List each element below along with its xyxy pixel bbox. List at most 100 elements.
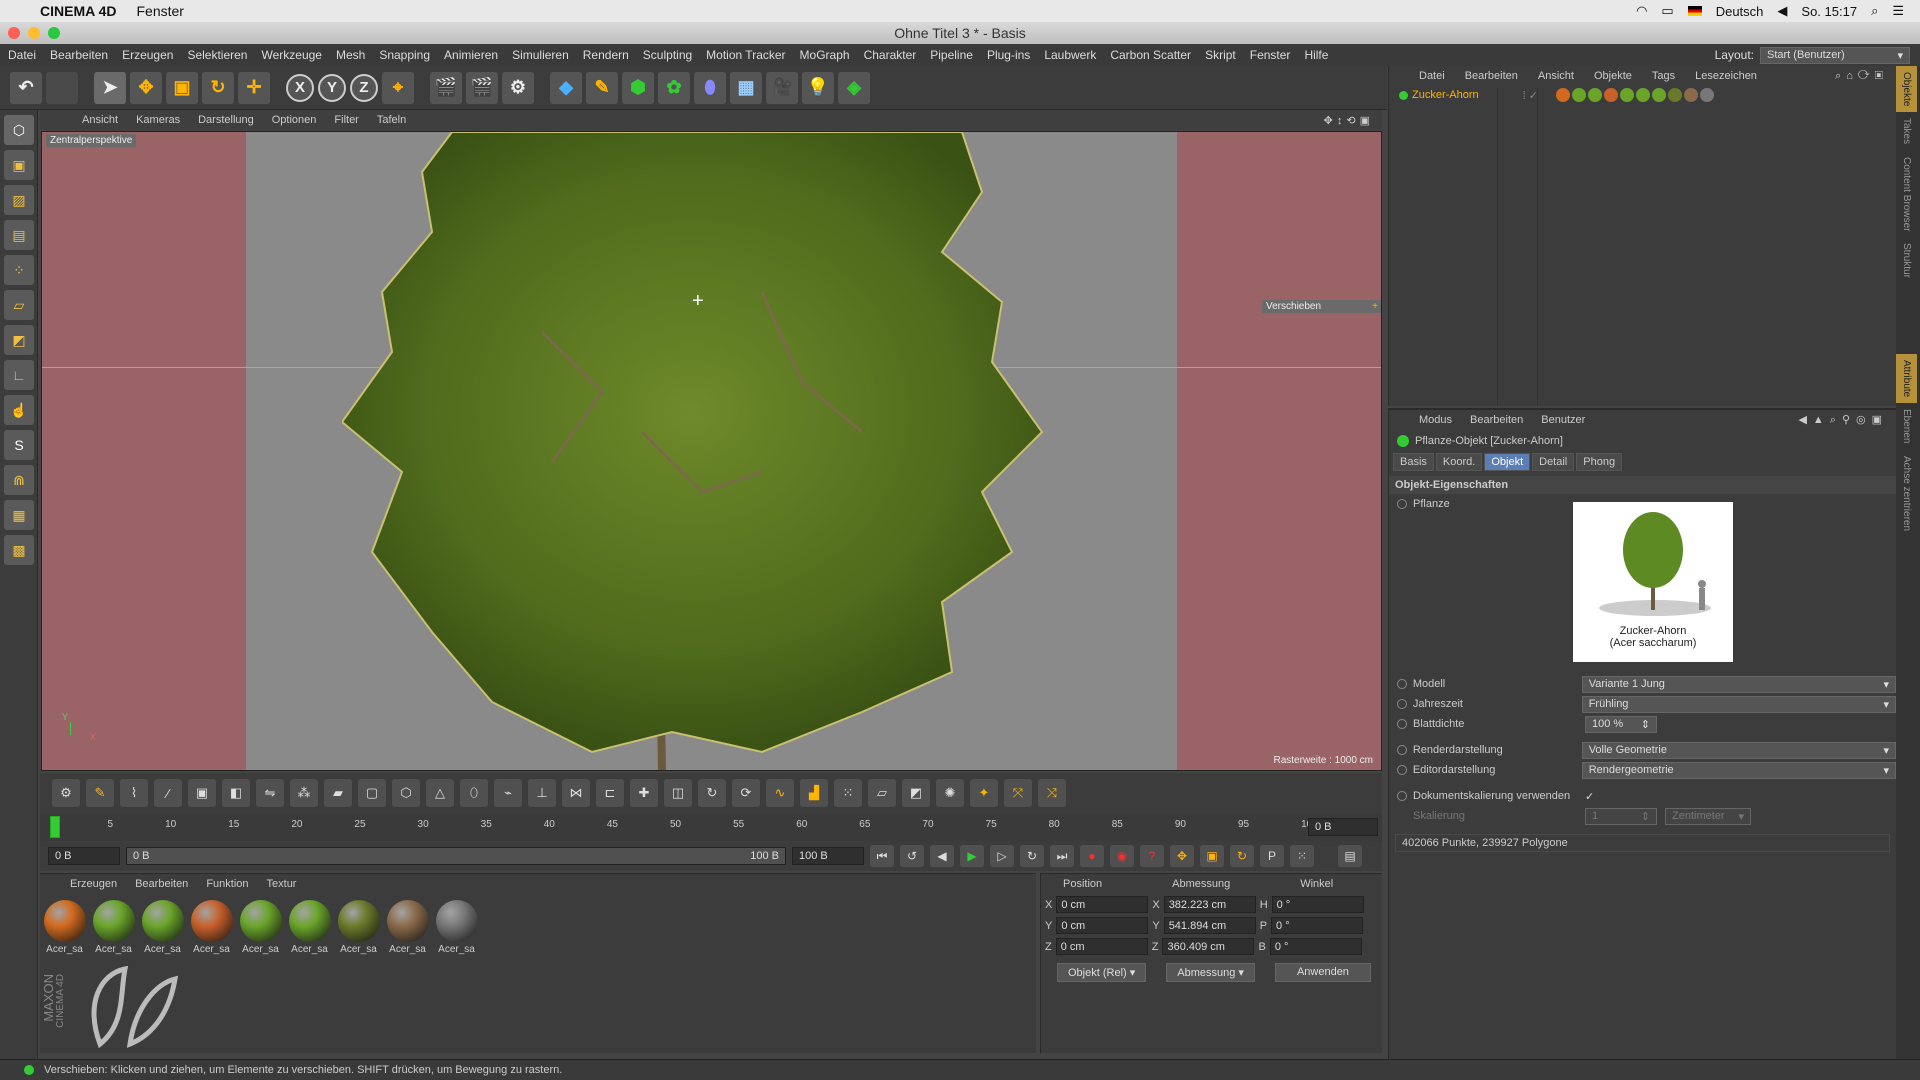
obj-menu-bearbeiten[interactable]: Bearbeiten: [1465, 70, 1518, 82]
coordinate-system-icon[interactable]: ⌖: [382, 71, 414, 104]
mat-menu-textur[interactable]: Textur: [267, 878, 297, 890]
chart-tool-icon[interactable]: ▟: [800, 779, 828, 807]
vp-menu-optionen[interactable]: Optionen: [272, 114, 317, 126]
animate-radio[interactable]: [1397, 699, 1407, 709]
hexagon-icon[interactable]: ⬡: [392, 779, 420, 807]
scale-stepper[interactable]: 1 ⇕: [1585, 807, 1657, 825]
spotlight-icon[interactable]: ⌕: [1871, 3, 1878, 19]
key-pla-icon[interactable]: ⁙: [1290, 845, 1314, 867]
normal-icon[interactable]: ◩: [902, 779, 930, 807]
auto-key-icon[interactable]: ◉: [1110, 845, 1134, 867]
menu-plugins[interactable]: Plug-ins: [987, 48, 1030, 62]
tab-phong[interactable]: Phong: [1576, 453, 1623, 471]
redo-icon[interactable]: [46, 71, 78, 104]
menu-skript[interactable]: Skript: [1205, 48, 1236, 62]
material-tag-icon[interactable]: [1651, 88, 1666, 102]
motion-icon[interactable]: ✎: [86, 779, 114, 807]
render-view-icon[interactable]: 🎬: [430, 71, 462, 104]
3d-viewport[interactable]: Zentralperspektive Verschieben + + Raster…: [41, 131, 1382, 771]
obj-menu-datei[interactable]: Datei: [1419, 70, 1445, 82]
camera-label[interactable]: Zentralperspektive: [46, 134, 137, 147]
vtab-objekte[interactable]: Objekte: [1896, 66, 1917, 113]
attr-nav-icons[interactable]: ◀▲⌕⚲◎▣: [1798, 413, 1896, 427]
vtab-takes[interactable]: Takes: [1896, 112, 1917, 150]
pen-spline-icon[interactable]: ✎: [586, 71, 618, 104]
render-picture-viewer-icon[interactable]: 🎬: [466, 71, 498, 104]
close-window-button[interactable]: [8, 27, 20, 39]
material-item[interactable]: Acer_sa: [40, 898, 89, 955]
model-dropdown[interactable]: Variante 1 Jung ▾: [1581, 675, 1896, 693]
bevel-icon[interactable]: ◧: [222, 779, 250, 807]
model-mode-icon[interactable]: ▣: [4, 150, 34, 180]
scene-icon[interactable]: ◈: [838, 71, 870, 104]
locked-workplane-icon[interactable]: ▩: [4, 535, 34, 565]
current-frame-field[interactable]: 0 B: [1308, 818, 1378, 836]
animate-radio[interactable]: [1397, 765, 1407, 775]
menu-selektieren[interactable]: Selektieren: [187, 48, 247, 62]
light-icon[interactable]: 💡: [802, 71, 834, 104]
fcurve-icon[interactable]: ⌇: [120, 779, 148, 807]
vp-menu-ansicht[interactable]: Ansicht: [82, 114, 118, 126]
undo-icon[interactable]: ↶: [10, 71, 42, 104]
material-tag-icon[interactable]: [1619, 88, 1634, 102]
unit-dropdown[interactable]: Zentimeter ▾: [1665, 807, 1751, 825]
points-mode-icon[interactable]: ⁘: [4, 255, 34, 285]
material-item[interactable]: Acer_sa: [236, 898, 285, 955]
tool-hud[interactable]: Verschieben +: [1262, 300, 1381, 313]
extrude-icon[interactable]: ▣: [188, 779, 216, 807]
frame-icon[interactable]: ◫: [664, 779, 692, 807]
vtab-struktur[interactable]: Struktur: [1896, 237, 1917, 284]
dots-icon[interactable]: ⁙: [834, 779, 862, 807]
dynamics-icon[interactable]: ✦: [970, 779, 998, 807]
size-mode-dropdown[interactable]: Abmessung ▾: [1166, 963, 1255, 982]
play-icon[interactable]: ▶: [960, 845, 984, 867]
vp-menu-darstellung[interactable]: Darstellung: [198, 114, 254, 126]
key-rotation-icon[interactable]: ↻: [1230, 845, 1254, 867]
cloner-icon[interactable]: ✿: [658, 71, 690, 104]
position-y-field[interactable]: 0 cm: [1056, 917, 1149, 934]
obj-menu-objekte[interactable]: Objekte: [1594, 70, 1632, 82]
material-item[interactable]: Acer_sa: [187, 898, 236, 955]
menu-werkzeuge[interactable]: Werkzeuge: [261, 48, 321, 62]
size-y-field[interactable]: 541.894 cm: [1163, 917, 1256, 934]
clock[interactable]: So. 15:17: [1801, 4, 1857, 19]
rotate-icon[interactable]: ↻: [202, 71, 234, 104]
visibility-toggle-icon[interactable]: ⁞ ✓: [1523, 89, 1538, 102]
size-z-field[interactable]: 360.409 cm: [1162, 938, 1255, 955]
object-name[interactable]: Zucker-Ahorn: [1412, 89, 1479, 101]
go-to-end-icon[interactable]: ⏭: [1050, 845, 1074, 867]
mat-menu-erzeugen[interactable]: Erzeugen: [70, 878, 117, 890]
material-tags[interactable]: [1555, 88, 1714, 102]
animate-radio[interactable]: [1397, 499, 1407, 509]
material-tag-icon[interactable]: [1571, 88, 1586, 102]
box-icon[interactable]: ▢: [358, 779, 386, 807]
doc-scale-checkbox[interactable]: ✓: [1585, 790, 1594, 803]
position-z-field[interactable]: 0 cm: [1055, 938, 1148, 955]
psr-icon[interactable]: ⤨: [1038, 779, 1066, 807]
attr-menu-bearbeiten[interactable]: Bearbeiten: [1470, 414, 1523, 426]
workplane-icon[interactable]: ▤: [4, 220, 34, 250]
animate-radio[interactable]: [1397, 719, 1407, 729]
menu-fenster[interactable]: Fenster: [1250, 48, 1291, 62]
material-tag-icon[interactable]: [1699, 88, 1714, 102]
vtab-attribute[interactable]: Attribute: [1896, 354, 1917, 404]
texture-mode-icon[interactable]: ▨: [4, 185, 34, 215]
zoom-window-button[interactable]: [48, 27, 60, 39]
timeline-ruler[interactable]: 0 5 10 15 20 25 30 35 40 45 50 55 60 65 …: [40, 813, 1382, 841]
cylinder-icon[interactable]: ⬯: [460, 779, 488, 807]
axis-mode-icon[interactable]: ∟: [4, 360, 34, 390]
attr-menu-benutzer[interactable]: Benutzer: [1541, 414, 1585, 426]
menu-animieren[interactable]: Animieren: [444, 48, 498, 62]
axis-y-lock-button[interactable]: Y: [318, 73, 346, 102]
next-key-icon[interactable]: ↻: [1020, 845, 1044, 867]
vtab-content-browser[interactable]: Content Browser: [1896, 151, 1917, 237]
axis-x-lock-button[interactable]: X: [286, 73, 314, 102]
menu-mesh[interactable]: Mesh: [336, 48, 365, 62]
frame-range-slider[interactable]: 0 B 100 B: [126, 847, 786, 865]
language-label[interactable]: Deutsch: [1716, 4, 1764, 19]
density-stepper[interactable]: 100 % ⇕: [1585, 715, 1657, 733]
polygons-mode-icon[interactable]: ◩: [4, 325, 34, 355]
make-editable-icon[interactable]: ⬡: [4, 115, 34, 145]
rotation-p-field[interactable]: 0 °: [1271, 917, 1364, 934]
material-item[interactable]: Acer_sa: [383, 898, 432, 955]
